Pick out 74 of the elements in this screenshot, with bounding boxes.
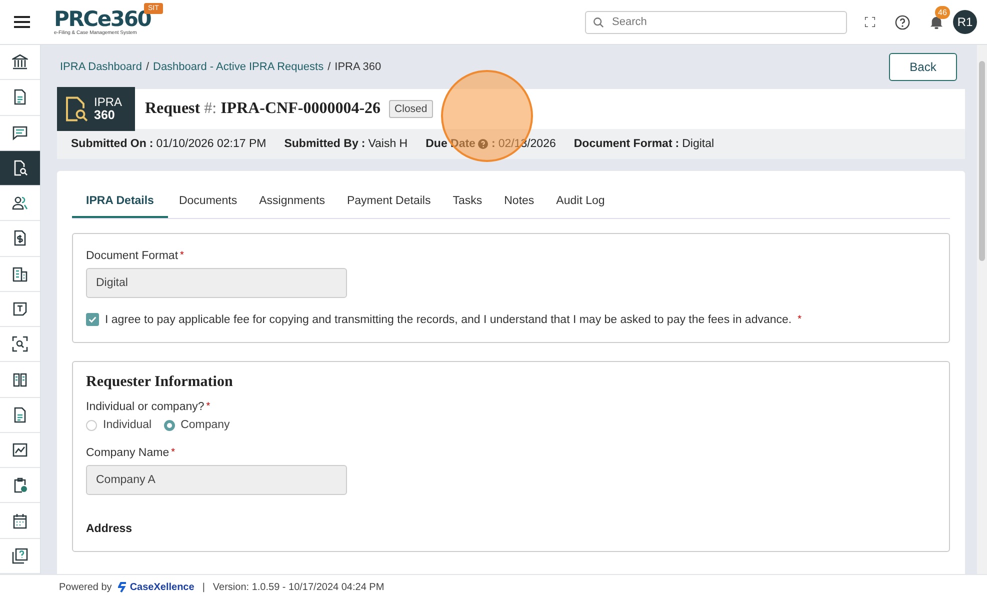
radio-button[interactable] — [164, 420, 175, 430]
summary-separator: : — [491, 138, 496, 150]
scrollbar[interactable] — [977, 45, 987, 574]
tab[interactable]: Payment Details — [336, 185, 442, 218]
tab[interactable]: Audit Log — [545, 185, 616, 218]
document-icon — [12, 406, 28, 423]
brand-logo-icon — [118, 582, 127, 592]
document-search-icon — [12, 160, 28, 176]
menu-icon[interactable] — [14, 16, 30, 28]
summary-value: Digital — [682, 138, 714, 150]
module-name: IPRA — [94, 96, 122, 109]
scan-icon — [12, 336, 28, 352]
calendar-icon — [12, 512, 28, 529]
tab[interactable]: Documents — [168, 185, 248, 218]
summary-separator: : — [149, 138, 154, 150]
summary-separator: : — [675, 138, 680, 150]
section-heading: Requester Information — [86, 374, 234, 391]
footer-separator: | — [202, 582, 205, 592]
status-badge: Closed — [388, 100, 434, 118]
breadcrumb-link[interactable]: Dashboard - Active IPRA Requests — [153, 61, 324, 73]
agreement-text: I agree to pay applicable fee for copying and transmitting the records, and I understand that I may be asked to pay the fees in advance. — [105, 314, 792, 326]
radio-option[interactable]: Individual — [86, 419, 152, 431]
document-search-icon — [64, 96, 88, 122]
request-title: Request #: IPRA-CNF-0000004-26 — [145, 100, 381, 118]
breadcrumb-link[interactable]: IPRA Dashboard — [60, 61, 142, 73]
required-mark: * — [171, 447, 175, 459]
radio-option[interactable]: Company — [164, 419, 230, 431]
field-label: Document Format — [86, 250, 178, 262]
back-button[interactable]: Back — [889, 53, 957, 81]
powered-by-text: Powered by — [59, 582, 112, 592]
radio-button[interactable] — [86, 420, 97, 430]
summary-label: Submitted On — [71, 138, 146, 150]
required-mark: * — [798, 314, 802, 325]
breadcrumb-separator: / — [146, 61, 149, 73]
sidebar-item[interactable] — [0, 150, 40, 186]
tab[interactable]: Notes — [493, 185, 546, 218]
breadcrumb-separator: / — [328, 61, 331, 73]
people-icon — [12, 195, 28, 212]
checkbox[interactable] — [86, 313, 99, 326]
field-label: Individual or company? — [86, 401, 204, 413]
tab[interactable]: Assignments — [248, 185, 336, 218]
company-name-field[interactable]: Company A — [86, 465, 347, 495]
book-icon — [12, 372, 28, 388]
user-avatar[interactable]: R1 — [953, 10, 977, 34]
search-field[interactable]: Search — [585, 10, 847, 34]
field-label: Company Name — [86, 447, 170, 459]
version-text: Version: 1.0.59 - 10/17/2024 04:24 PM — [212, 582, 384, 592]
clipboard-clock-icon — [12, 477, 28, 494]
fullscreen-icon[interactable] — [865, 17, 875, 27]
module-number: 360 — [94, 109, 116, 122]
summary-label: Submitted By — [284, 138, 358, 150]
building-icon — [12, 266, 28, 282]
document-icon — [12, 89, 28, 106]
help-icon[interactable] — [895, 14, 910, 30]
notification-count: 46 — [935, 6, 950, 19]
chart-icon — [12, 442, 28, 458]
bell-icon[interactable] — [930, 15, 943, 29]
summary-separator: : — [361, 138, 366, 150]
brand-name[interactable]: CaseXellence — [130, 582, 194, 592]
address-heading: Address — [86, 523, 134, 535]
chat-icon — [12, 124, 28, 141]
note-icon — [12, 300, 28, 317]
summary-value: Vaish H — [368, 138, 408, 150]
tab[interactable]: IPRA Details — [72, 185, 168, 218]
required-mark: * — [206, 401, 210, 413]
invoice-icon — [12, 230, 28, 246]
summary-value: 01/10/2026 02:17 PM — [156, 138, 266, 150]
breadcrumb-current: IPRA 360 — [334, 61, 382, 73]
summary-label: Document Format — [574, 138, 672, 150]
tab[interactable]: Tasks — [442, 185, 494, 218]
help-icon — [12, 548, 28, 564]
document-format-field[interactable]: Digital — [86, 268, 347, 298]
bank-icon — [12, 54, 28, 70]
required-mark: * — [180, 250, 184, 262]
